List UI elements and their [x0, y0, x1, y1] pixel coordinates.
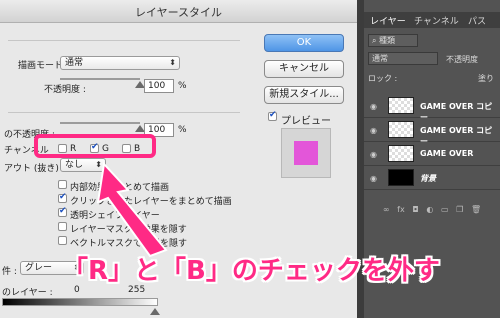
- layer-row[interactable]: ◉ GAME OVER コピー: [364, 94, 500, 122]
- panel-tabs: レイヤー チャンネル パス: [364, 12, 500, 28]
- blend-mode-select[interactable]: 通常 ⬍: [60, 56, 180, 70]
- preview-swatch: [294, 141, 318, 165]
- option-label-2: 透明シェイプレイヤー: [70, 211, 160, 221]
- layer-blend-value: 通常: [372, 54, 388, 63]
- option-label-4: ベクトルマスクで効果を隠す: [70, 239, 188, 249]
- fill-opacity-percent: %: [178, 125, 187, 135]
- preview-swatch-frame: [281, 128, 331, 178]
- kind-filter-value: 種類: [379, 36, 396, 45]
- tab-layers[interactable]: レイヤー: [370, 14, 406, 27]
- option-checkbox-1[interactable]: [58, 192, 67, 203]
- eye-icon[interactable]: ◉: [370, 126, 377, 135]
- opacity-slider[interactable]: [60, 78, 140, 80]
- layer-row[interactable]: ◉ GAME OVER コピー: [364, 118, 500, 146]
- new-style-button[interactable]: 新規スタイル...: [264, 86, 344, 104]
- panel-footer-icons: ∞ fx ◘ ◐ ▭ ❐ 🗑: [364, 205, 500, 217]
- dialog-titlebar: レイヤースタイル: [0, 0, 357, 23]
- layer-thumbnail: [388, 145, 414, 162]
- highlight-box: [34, 134, 156, 158]
- chevron-updown-icon: ⬍: [169, 58, 176, 67]
- fx-icon[interactable]: fx: [397, 205, 405, 214]
- new-layer-icon[interactable]: ❐: [456, 205, 463, 214]
- eye-icon[interactable]: ◉: [370, 174, 377, 183]
- layer-name: GAME OVER: [420, 149, 474, 158]
- group-divider: [8, 112, 240, 113]
- option-checkbox-2[interactable]: [58, 206, 67, 217]
- opacity-percent: %: [178, 81, 187, 91]
- option-checkbox-0[interactable]: [58, 180, 67, 189]
- knockout-value: なし: [65, 160, 84, 170]
- adjustment-icon[interactable]: ◐: [426, 205, 433, 214]
- preview-checkbox[interactable]: [268, 110, 277, 121]
- eye-icon[interactable]: ◉: [370, 150, 377, 159]
- opacity-label: 不透明度 :: [44, 85, 86, 95]
- option-label-1: クリップされたレイヤーをまとめて描画: [70, 197, 232, 207]
- fill-opacity-slider[interactable]: [60, 122, 140, 124]
- option-checkbox-3[interactable]: [58, 222, 67, 231]
- opacity-input[interactable]: 100: [144, 79, 174, 93]
- layer-name: 背景: [420, 174, 436, 183]
- this-layer-gradient: [2, 298, 158, 306]
- mask-icon[interactable]: ◘: [412, 205, 418, 214]
- layer-thumbnail: [388, 121, 414, 138]
- layer-opacity-label: 不透明度: [446, 55, 478, 64]
- search-icon: ⌕: [372, 36, 380, 45]
- annotation-text: 「R」と「B」のチェックを外す: [62, 256, 440, 286]
- this-layer-white-knob[interactable]: [150, 308, 160, 315]
- option-checkbox-4[interactable]: [58, 236, 67, 245]
- cancel-button[interactable]: キャンセル: [264, 60, 344, 78]
- eye-icon[interactable]: ◉: [370, 102, 377, 111]
- layer-blend-select[interactable]: 通常: [368, 52, 438, 65]
- knockout-label: アウト (抜き) :: [4, 164, 65, 174]
- fill-label: 塗り: [478, 74, 494, 83]
- group-divider: [8, 40, 240, 41]
- blend-if-label: 件 :: [2, 267, 17, 277]
- layer-row[interactable]: ◉ 背景: [364, 166, 500, 190]
- layer-thumbnail: [388, 169, 414, 186]
- tab-channels[interactable]: チャンネル: [414, 14, 459, 27]
- dialog-title: レイヤースタイル: [134, 6, 223, 19]
- option-label-0: 内部効果をまとめて描画: [70, 183, 170, 193]
- ok-button[interactable]: OK: [264, 34, 344, 52]
- folder-icon[interactable]: ▭: [441, 205, 449, 214]
- lock-label: ロック :: [368, 74, 398, 83]
- blend-if-value: グレー: [25, 263, 53, 273]
- chevron-updown-icon: ⬍: [95, 160, 102, 169]
- blend-mode-value: 通常: [65, 58, 84, 68]
- trash-icon[interactable]: 🗑: [471, 205, 481, 214]
- option-label-3: レイヤーマスクで効果を隠す: [70, 225, 187, 235]
- tab-paths[interactable]: パス: [468, 14, 486, 27]
- this-layer-label: のレイヤー :: [2, 288, 53, 298]
- knockout-select[interactable]: なし ⬍: [60, 158, 106, 172]
- link-icon[interactable]: ∞: [383, 205, 390, 214]
- layer-row[interactable]: ◉ GAME OVER: [364, 142, 500, 166]
- kind-filter-select[interactable]: ⌕ 種類: [368, 34, 418, 47]
- layer-thumbnail: [388, 97, 414, 114]
- preview-label: プレビュー: [281, 116, 331, 127]
